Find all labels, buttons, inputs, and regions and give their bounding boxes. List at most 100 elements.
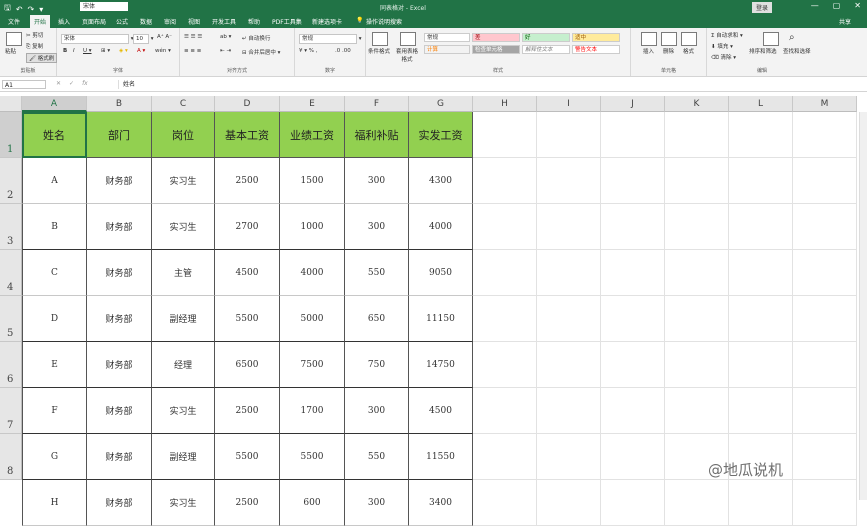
column-header-e[interactable]: E [280, 96, 345, 112]
copy-button[interactable]: ⎘ 复制 [26, 42, 43, 51]
autosum-button[interactable]: Σ 自动求和 ▾ [711, 31, 743, 39]
empty-cell[interactable] [729, 158, 793, 204]
style-calculation[interactable]: 计算 [424, 45, 470, 54]
empty-cell[interactable] [665, 112, 729, 158]
empty-cell[interactable] [473, 388, 537, 434]
tell-me-search[interactable]: 操作说明搜索 [366, 17, 402, 26]
table-cell[interactable]: 1500 [280, 158, 345, 204]
share-button[interactable]: 共享 [839, 17, 851, 26]
name-box[interactable]: A1 [2, 80, 46, 89]
table-cell[interactable]: 副经理 [152, 434, 215, 480]
empty-cell[interactable] [601, 204, 665, 250]
empty-cell[interactable] [793, 296, 857, 342]
empty-cell[interactable] [537, 158, 601, 204]
table-cell[interactable]: 财务部 [87, 480, 152, 526]
empty-cell[interactable] [537, 296, 601, 342]
empty-cell[interactable] [793, 388, 857, 434]
empty-cell[interactable] [601, 388, 665, 434]
tab-developer[interactable]: 开发工具 [212, 17, 236, 26]
empty-cell[interactable] [665, 204, 729, 250]
number-format-select[interactable]: 常规 ▾ [299, 34, 362, 44]
empty-cell[interactable] [601, 434, 665, 480]
row-header-3[interactable]: 3 [0, 204, 22, 250]
formula-input[interactable]: 姓名 [118, 80, 863, 89]
table-cell[interactable]: 9050 [409, 250, 473, 296]
empty-cell[interactable] [793, 250, 857, 296]
insert-function-icon[interactable]: fx [82, 80, 88, 87]
row-header-6[interactable]: 6 [0, 342, 22, 388]
empty-cell[interactable] [665, 250, 729, 296]
minimize-button[interactable]: — [811, 1, 819, 10]
paste-button[interactable]: 粘贴 [5, 47, 16, 55]
merge-center-button[interactable]: ⊟ 合并后居中 ▾ [242, 48, 280, 56]
table-cell[interactable]: 实习生 [152, 204, 215, 250]
column-header-h[interactable]: H [473, 96, 537, 112]
tab-file[interactable]: 文件 [8, 17, 20, 26]
row-header-8[interactable]: 8 [0, 434, 22, 480]
style-check-cell[interactable]: 检查单元格 [472, 45, 520, 54]
table-cell[interactable]: C [22, 250, 87, 296]
table-cell[interactable]: 2500 [215, 158, 280, 204]
empty-cell[interactable] [473, 296, 537, 342]
find-select-icon[interactable]: ⌕ [789, 32, 795, 43]
empty-cell[interactable] [729, 342, 793, 388]
conditional-format-button[interactable]: 条件格式 [368, 47, 390, 55]
row-header-7[interactable]: 7 [0, 388, 22, 434]
column-header-f[interactable]: F [345, 96, 409, 112]
italic-icon[interactable]: I [73, 48, 75, 54]
column-header-i[interactable]: I [537, 96, 601, 112]
empty-cell[interactable] [793, 342, 857, 388]
tab-page-layout[interactable]: 页面布局 [82, 17, 106, 26]
table-cell[interactable]: E [22, 342, 87, 388]
table-cell[interactable]: 实习生 [152, 388, 215, 434]
empty-cell[interactable] [729, 296, 793, 342]
table-cell[interactable]: A [22, 158, 87, 204]
column-header-l[interactable]: L [729, 96, 793, 112]
column-header-m[interactable]: M [793, 96, 857, 112]
empty-cell[interactable] [793, 112, 857, 158]
table-cell[interactable]: 300 [345, 204, 409, 250]
table-cell[interactable]: 实习生 [152, 480, 215, 526]
table-cell[interactable]: 6500 [215, 342, 280, 388]
empty-cell[interactable] [601, 342, 665, 388]
table-cell[interactable]: 600 [280, 480, 345, 526]
row-header-1[interactable]: 1 [0, 112, 22, 158]
column-header-d[interactable]: D [215, 96, 280, 112]
empty-cell[interactable] [473, 158, 537, 204]
orientation-icon[interactable]: ab ▾ [220, 34, 231, 40]
tab-help[interactable]: 帮助 [248, 17, 260, 26]
empty-cell[interactable] [665, 342, 729, 388]
table-cell[interactable]: 5500 [215, 434, 280, 480]
left-align-icon[interactable]: ≡ ≡ ≡ [184, 48, 201, 54]
table-cell[interactable]: 750 [345, 342, 409, 388]
table-header-cell[interactable]: 业绩工资 [280, 112, 345, 158]
insert-cells-button[interactable]: 插入 [643, 47, 654, 55]
table-header-cell[interactable]: 姓名 [22, 112, 87, 158]
underline-icon[interactable]: U ▾ [83, 48, 92, 54]
table-cell[interactable]: 300 [345, 480, 409, 526]
login-button[interactable]: 登录 [752, 2, 773, 13]
accounting-icon[interactable]: ¥ ▾ % , [299, 48, 317, 54]
column-header-k[interactable]: K [665, 96, 729, 112]
sort-filter-icon[interactable] [763, 32, 779, 46]
column-header-c[interactable]: C [152, 96, 215, 112]
empty-cell[interactable] [729, 480, 793, 526]
empty-cell[interactable] [601, 480, 665, 526]
table-cell[interactable]: 4500 [215, 250, 280, 296]
table-cell[interactable]: 11550 [409, 434, 473, 480]
table-cell[interactable]: H [22, 480, 87, 526]
style-explanatory[interactable]: 解释性文本 [522, 45, 570, 54]
empty-cell[interactable] [793, 204, 857, 250]
row-header-5[interactable]: 5 [0, 296, 22, 342]
table-cell[interactable]: 650 [345, 296, 409, 342]
format-cells-icon[interactable] [681, 32, 697, 46]
table-cell[interactable]: 5500 [215, 296, 280, 342]
table-header-cell[interactable]: 部门 [87, 112, 152, 158]
column-header-g[interactable]: G [409, 96, 473, 112]
empty-cell[interactable] [729, 388, 793, 434]
row-header-2[interactable]: 2 [0, 158, 22, 204]
table-cell[interactable]: 4300 [409, 158, 473, 204]
empty-cell[interactable] [601, 296, 665, 342]
style-good[interactable]: 好 [522, 33, 570, 42]
empty-cell[interactable] [793, 434, 857, 480]
